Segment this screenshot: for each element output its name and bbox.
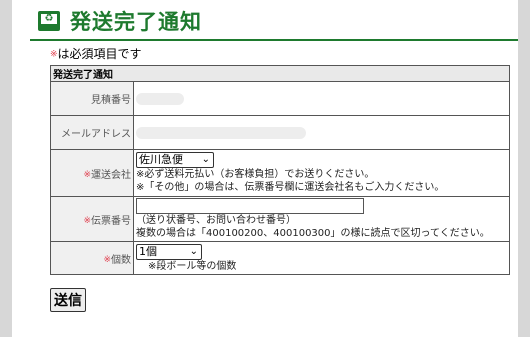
email-label: メールアドレス <box>50 115 134 150</box>
estimate-number-value <box>133 81 510 116</box>
redacted-value <box>136 93 184 105</box>
required-note: ※は必須項目です <box>50 46 142 63</box>
header-underline <box>30 39 518 41</box>
carrier-value: 佐川急便 ⌄ ※必ず送料元払い（お客様負担）でお送りください。 ※「その他」の場合… <box>133 149 510 197</box>
chevron-down-icon: ⌄ <box>189 245 198 257</box>
recycle-monitor-icon: ♻ <box>38 11 60 31</box>
quantity-select[interactable]: 1個 ⌄ <box>136 243 202 260</box>
submit-button[interactable]: 送信 <box>50 288 86 312</box>
carrier-label: ※運送会社 <box>50 149 134 197</box>
tracking-value: （送り状番号、お問い合わせ番号） 複数の場合は「400100200、400100… <box>133 196 510 242</box>
row-email: メールアドレス <box>50 115 510 150</box>
required-marker: ※ <box>50 49 58 60</box>
redacted-value <box>136 127 306 139</box>
carrier-select[interactable]: 佐川急便 ⌄ <box>136 152 214 168</box>
row-carrier: ※運送会社 佐川急便 ⌄ ※必ず送料元払い（お客様負担）でお送りください。 ※「そ… <box>50 149 510 197</box>
estimate-number-label: 見積番号 <box>50 81 134 116</box>
page-header: ♻ 発送完了通知 <box>30 6 518 41</box>
quantity-value: 1個 ⌄ ※段ボール等の個数 <box>133 241 510 275</box>
carrier-note-1: ※必ず送料元払い（お客様負担）でお送りください。 <box>136 169 375 180</box>
page: ♻ 発送完了通知 ※は必須項目です 発送完了通知 見積番号 メールアドレス ※運… <box>12 0 518 337</box>
tracking-note-1: （送り状番号、お問い合わせ番号） <box>136 215 296 226</box>
quantity-note: ※段ボール等の個数 <box>148 260 237 272</box>
form-caption: 発送完了通知 <box>50 65 510 82</box>
page-title: 発送完了通知 <box>70 10 202 34</box>
required-note-text: は必須項目です <box>57 47 142 61</box>
row-estimate-number: 見積番号 <box>50 81 510 116</box>
row-tracking-number: ※伝票番号 （送り状番号、お問い合わせ番号） 複数の場合は「400100200、… <box>50 196 510 242</box>
row-quantity: ※個数 1個 ⌄ ※段ボール等の個数 <box>50 241 510 275</box>
chevron-down-icon: ⌄ <box>201 154 210 165</box>
email-value <box>133 115 510 150</box>
shipping-form-table: 発送完了通知 見積番号 メールアドレス ※運送会社 佐川急便 ⌄ ※必ず送料元払い… <box>50 65 510 275</box>
tracking-number-input[interactable] <box>136 198 364 214</box>
quantity-label: ※個数 <box>50 241 134 275</box>
tracking-label: ※伝票番号 <box>50 196 134 242</box>
tracking-note-2: 複数の場合は「400100200、400100300」の様に読点で区切ってくださ… <box>136 228 490 239</box>
carrier-note-2: ※「その他」の場合は、伝票番号欄に運送会社名もご入力ください。 <box>136 182 445 193</box>
